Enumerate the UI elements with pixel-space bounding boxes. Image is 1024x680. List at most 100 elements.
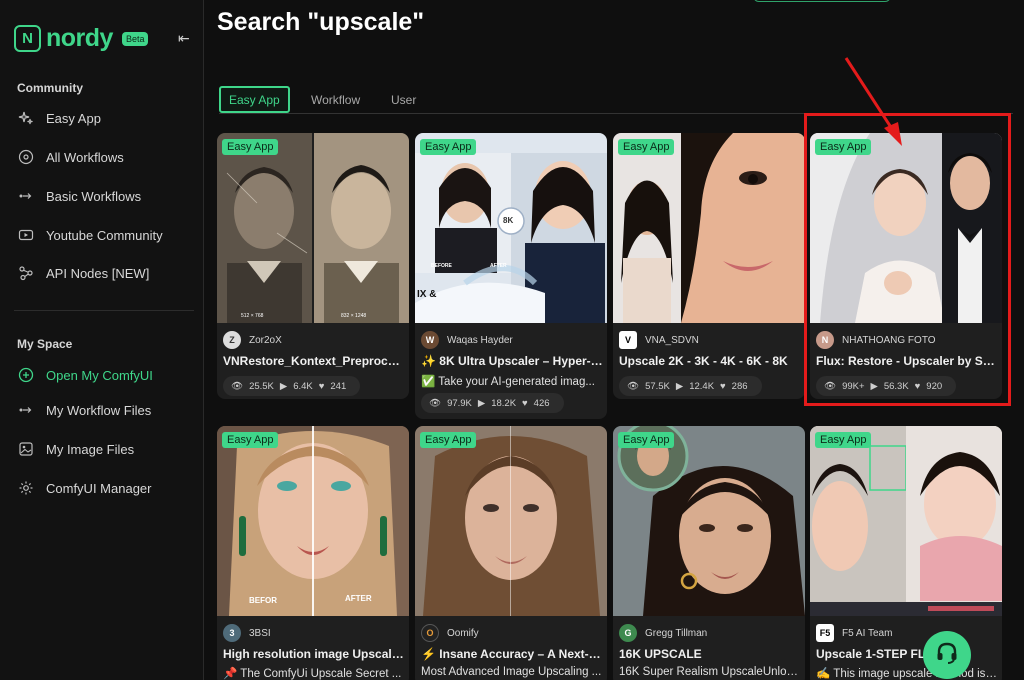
sidebar-item-label: ComfyUI Manager: [46, 480, 152, 496]
card-title: High resolution image Upscaler ...: [223, 647, 405, 661]
beta-badge: Beta: [121, 31, 149, 46]
app-window: N nordy Beta ⇤ Community Easy App All Wo…: [0, 0, 1024, 680]
avatar: O: [421, 624, 439, 642]
sidebar-item-basic-workflows[interactable]: Basic Workflows: [17, 187, 141, 205]
sidebar-item-label: Basic Workflows: [46, 188, 142, 204]
support-button[interactable]: [923, 631, 971, 679]
avatar: V: [619, 331, 637, 349]
card-author[interactable]: O Oomify: [421, 624, 479, 642]
views-count: 25.5K: [249, 380, 274, 392]
easy-app-badge: Easy App: [618, 139, 675, 155]
sidebar-item-open-my-comfyui[interactable]: Open My ComfyUI: [17, 366, 153, 384]
flow-icon: [17, 187, 35, 205]
gear-icon: [17, 479, 35, 497]
brand-name: nordy: [46, 24, 113, 52]
card-author[interactable]: Z Zor2oX: [223, 331, 282, 349]
likes-count: 241: [330, 380, 347, 392]
author-name: Oomify: [447, 627, 479, 639]
sidebar-item-label: Easy App: [46, 110, 101, 126]
app-card[interactable]: Easy App G Gregg Tillman 16K UPSCALE 16K…: [613, 426, 805, 680]
app-card[interactable]: 8K BEFORE AFTER IX & Easy App W Waqas Ha…: [415, 133, 607, 419]
avatar: 3: [223, 624, 241, 642]
sidebar-item-all-workflows[interactable]: All Workflows: [17, 148, 124, 166]
card-author[interactable]: F5 F5 AI Team: [816, 624, 892, 642]
heart-icon: ♥: [318, 380, 325, 392]
author-name: 3BSI: [249, 627, 271, 639]
app-card[interactable]: BEFOR AFTER Easy App 3 3BSI High resolut…: [217, 426, 409, 680]
card-author[interactable]: V VNA_SDVN: [619, 331, 699, 349]
sidebar-item-youtube-community[interactable]: Youtube Community: [17, 226, 163, 244]
eye-icon: 👁: [429, 397, 442, 409]
heart-icon: ♥: [522, 397, 528, 409]
app-card[interactable]: 512 × 768 832 × 1248 Easy App Z Zor2oX V…: [217, 133, 409, 399]
main-content: ⋯ Search "upscale" Easy App Workflow Use…: [205, 0, 1024, 680]
card-stats: 👁 97.9K ▶ 18.2K ♥ 426: [421, 393, 564, 413]
author-name: F5 AI Team: [842, 627, 893, 639]
sidebar-item-my-image-files[interactable]: My Image Files: [17, 440, 134, 458]
card-author[interactable]: W Waqas Hayder: [421, 331, 513, 349]
eye-icon: 👁: [627, 380, 640, 392]
tab-user[interactable]: User: [391, 86, 416, 113]
card-description: ✍ This image upscale method is ...: [816, 668, 998, 680]
card-thumbnail: 8K BEFORE AFTER IX & Easy App: [415, 133, 607, 323]
card-author[interactable]: G Gregg Tillman: [619, 624, 707, 642]
card-stats: 👁 57.5K ▶ 12.4K ♥ 286: [619, 376, 762, 396]
sidebar-item-label: All Workflows: [46, 149, 124, 165]
image-icon: [17, 440, 35, 458]
app-card[interactable]: Easy App V VNA_SDVN Upscale 2K - 3K - 4K…: [613, 133, 805, 399]
easy-app-badge: Easy App: [815, 432, 872, 448]
card-thumbnail: 512 × 768 832 × 1248 Easy App: [217, 133, 409, 323]
section-title-my-space: My Space: [17, 337, 73, 351]
app-card[interactable]: Easy App O Oomify ⚡ Insane Accuracy – A …: [415, 426, 607, 680]
before-label: BEFORE: [431, 263, 452, 269]
author-name: Waqas Hayder: [447, 334, 513, 346]
easy-app-badge: Easy App: [420, 432, 477, 448]
views-count: 57.5K: [645, 380, 670, 392]
avatar: W: [421, 331, 439, 349]
card-author[interactable]: 3 3BSI: [223, 624, 271, 642]
play-icon: ▶: [477, 397, 486, 409]
runs-count: 6.4K: [293, 380, 313, 392]
avatar: Z: [223, 331, 241, 349]
nordy-logo-icon: N: [14, 25, 41, 52]
card-thumbnail: Easy App: [613, 133, 805, 323]
plus-circle-icon: [17, 366, 35, 384]
views-count: 97.9K: [447, 397, 472, 409]
card-title: 16K UPSCALE: [619, 647, 702, 661]
easy-app-badge: Easy App: [222, 139, 279, 155]
eye-icon: 👁: [231, 380, 244, 392]
sidebar-divider: [14, 310, 194, 311]
card-title: VNRestore_Kontext_Preprocess...: [223, 354, 405, 368]
before-label: BEFOR: [249, 596, 277, 605]
sidebar-item-label: My Image Files: [46, 441, 135, 457]
sidebar-item-easy-app[interactable]: Easy App: [17, 109, 101, 127]
more-icon[interactable]: ⋯: [975, 0, 987, 6]
sidebar-item-api-nodes[interactable]: API Nodes [NEW]: [17, 264, 149, 282]
card-description: 📌 The ComfyUi Upscale Secret ...: [223, 668, 402, 680]
headset-icon: [934, 640, 960, 671]
sidebar-item-comfyui-manager[interactable]: ComfyUI Manager: [17, 479, 151, 497]
collapse-left-icon[interactable]: ⇤: [178, 30, 190, 47]
nodes-icon: [17, 264, 35, 282]
top-action-button[interactable]: [753, 0, 891, 2]
runs-count: 12.4K: [689, 380, 715, 392]
card-description: Most Advanced Image Upscaling ...: [421, 666, 602, 678]
card-title: ⚡ Insane Accuracy – A Next-G...: [421, 647, 603, 661]
page-title: Search "upscale": [217, 8, 425, 36]
tab-easy-app[interactable]: Easy App: [219, 86, 290, 113]
author-name: Gregg Tillman: [645, 627, 708, 639]
youtube-icon: [17, 226, 35, 244]
card-title: ✨ 8K Ultra Upscaler – Hyper-R...: [421, 354, 603, 368]
avatar: G: [619, 624, 637, 642]
logo[interactable]: N nordy Beta: [14, 24, 149, 53]
likes-count: 286: [731, 380, 748, 392]
easy-app-badge: Easy App: [420, 139, 477, 155]
card-thumbnail: BEFOR AFTER Easy App: [217, 426, 409, 616]
app-card[interactable]: Easy App F5 F5 AI Team Upscale 1-STEP FL…: [810, 426, 1002, 680]
tab-workflow[interactable]: Workflow: [311, 86, 360, 113]
sidebar-item-label: Youtube Community: [46, 227, 163, 243]
sidebar-item-my-workflow-files[interactable]: My Workflow Files: [17, 401, 151, 419]
after-label: AFTER: [490, 263, 507, 269]
card-thumbnail: Easy App: [415, 426, 607, 616]
easy-app-badge: Easy App: [222, 432, 279, 448]
